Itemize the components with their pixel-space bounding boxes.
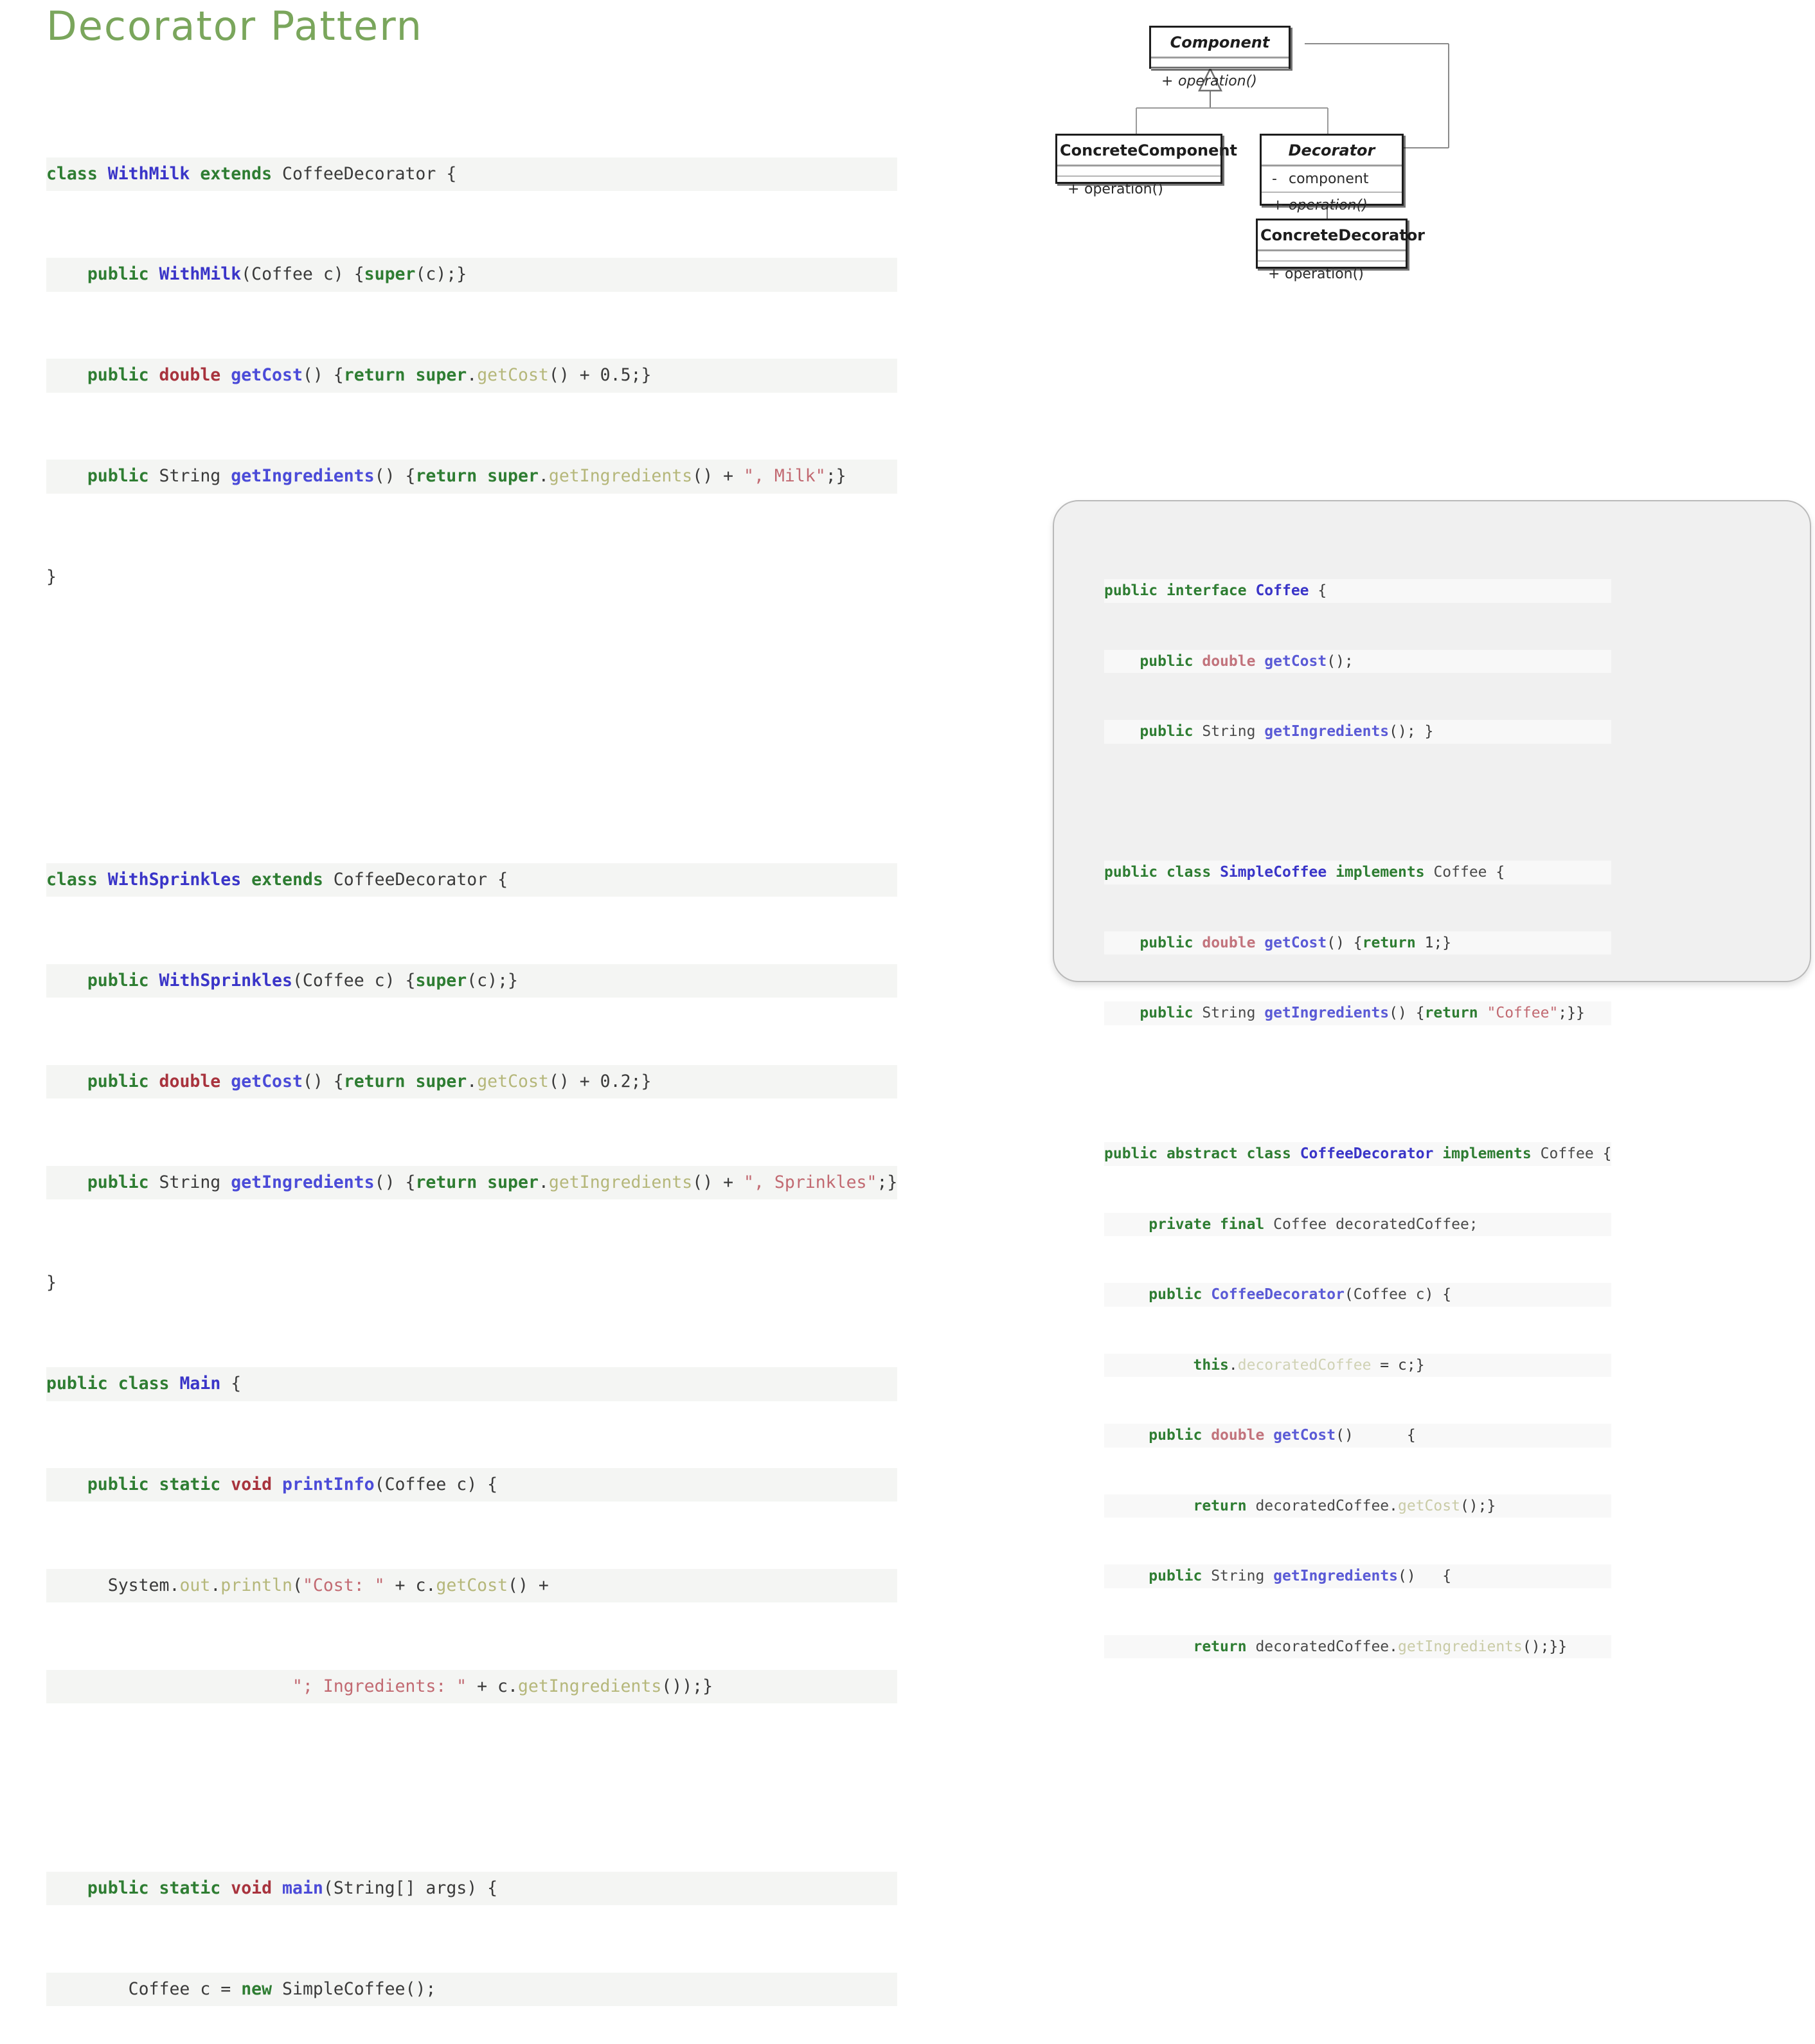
code-line: public double getCost() { (1104, 1424, 1612, 1448)
code-line: this.decoratedCoffee = c;} (1104, 1353, 1612, 1377)
uml-operation-row: + operation() (1161, 73, 1257, 89)
code-line: return decoratedCoffee.getCost();} (1104, 1494, 1612, 1518)
code-line: class WithMilk extends CoffeeDecorator { (46, 157, 898, 191)
code-line: public String getIngredients() {return s… (46, 1165, 898, 1199)
code-line: public double getCost() {return 1;} (1104, 931, 1612, 955)
code-line: private final Coffee decoratedCoffee; (1104, 1212, 1612, 1236)
code-line: public abstract class CoffeeDecorator im… (1104, 1142, 1612, 1166)
uml-class-concretecomponent: ConcreteComponent + operation() (1055, 134, 1237, 197)
uml-class-name: ConcreteDecorator (1260, 226, 1426, 244)
uml-class-concretedecorator: ConcreteDecorator + operation() (1256, 219, 1426, 282)
uml-class-component: Component + operation() (1149, 26, 1291, 89)
code-line: public String getIngredients() {return s… (46, 460, 898, 494)
uml-class-name: Component (1170, 33, 1270, 51)
uml-class-decorator: Decorator - component + operation() (1260, 134, 1404, 213)
uml-class-name: Decorator (1288, 141, 1375, 159)
code-line: public String getIngredients() {return "… (1104, 1001, 1612, 1025)
code-line: public double getCost() {return super.ge… (46, 359, 898, 393)
panel-code-block: public interface Coffee { public double … (1104, 532, 1612, 1705)
visibility-public-icon: + (1268, 266, 1280, 282)
page-title: Decorator Pattern (46, 3, 423, 49)
code-line: class WithSprinkles extends CoffeeDecora… (46, 863, 898, 897)
code-line: public double getCost() {return super.ge… (46, 1064, 898, 1098)
uml-attributes-compartment (1057, 166, 1220, 175)
uml-class-name: ConcreteComponent (1060, 141, 1237, 159)
uml-class-diagram: Component + operation() ConcreteComponent… (1055, 26, 1815, 476)
uml-attributes-compartment (1151, 58, 1289, 67)
visibility-public-icon: + (1161, 73, 1174, 89)
code-line: System.out.println("Cost: " + c.getCost(… (46, 1569, 898, 1603)
visibility-private-icon: - (1272, 171, 1277, 187)
code-line: public String getIngredients() { (1104, 1564, 1612, 1588)
visibility-public-icon: + (1068, 181, 1080, 197)
code-line: public static void main(String[] args) { (46, 1871, 898, 1906)
code-line: public interface Coffee { (1104, 579, 1612, 603)
code-line: public static void printInfo(Coffee c) { (46, 1468, 898, 1502)
code-line: } (46, 1273, 57, 1293)
code-line: public double getCost(); (1104, 649, 1612, 673)
code-line: "; Ingredients: " + c.getIngredients());… (46, 1669, 898, 1704)
uml-operation-row: + operation() (1068, 181, 1163, 197)
uml-operation-row: + operation() (1268, 266, 1364, 282)
code-line: public String getIngredients(); } (1104, 720, 1612, 744)
code-line: public WithMilk(Coffee c) {super(c);} (46, 258, 898, 292)
code-line: } (46, 567, 57, 587)
slide-canvas: Decorator Pattern class WithMilk extends… (0, 0, 1815, 2006)
code-line: public WithSprinkles(Coffee c) {super(c)… (46, 964, 898, 998)
code-line: Coffee c = new SimpleCoffee(); (46, 1972, 898, 2006)
uml-attribute-row: - component (1272, 171, 1369, 187)
code-line: public CoffeeDecorator(Coffee c) { (1104, 1283, 1612, 1307)
main-code-block: class WithMilk extends CoffeeDecorator {… (46, 90, 898, 2044)
visibility-public-icon: + (1272, 197, 1284, 213)
uml-attributes-compartment (1258, 251, 1406, 260)
code-line: public class SimpleCoffee implements Cof… (1104, 861, 1612, 884)
code-line: return decoratedCoffee.getIngredients();… (1104, 1635, 1612, 1658)
code-line: public class Main { (46, 1367, 898, 1401)
uml-operation-row: + operation() (1272, 197, 1368, 213)
